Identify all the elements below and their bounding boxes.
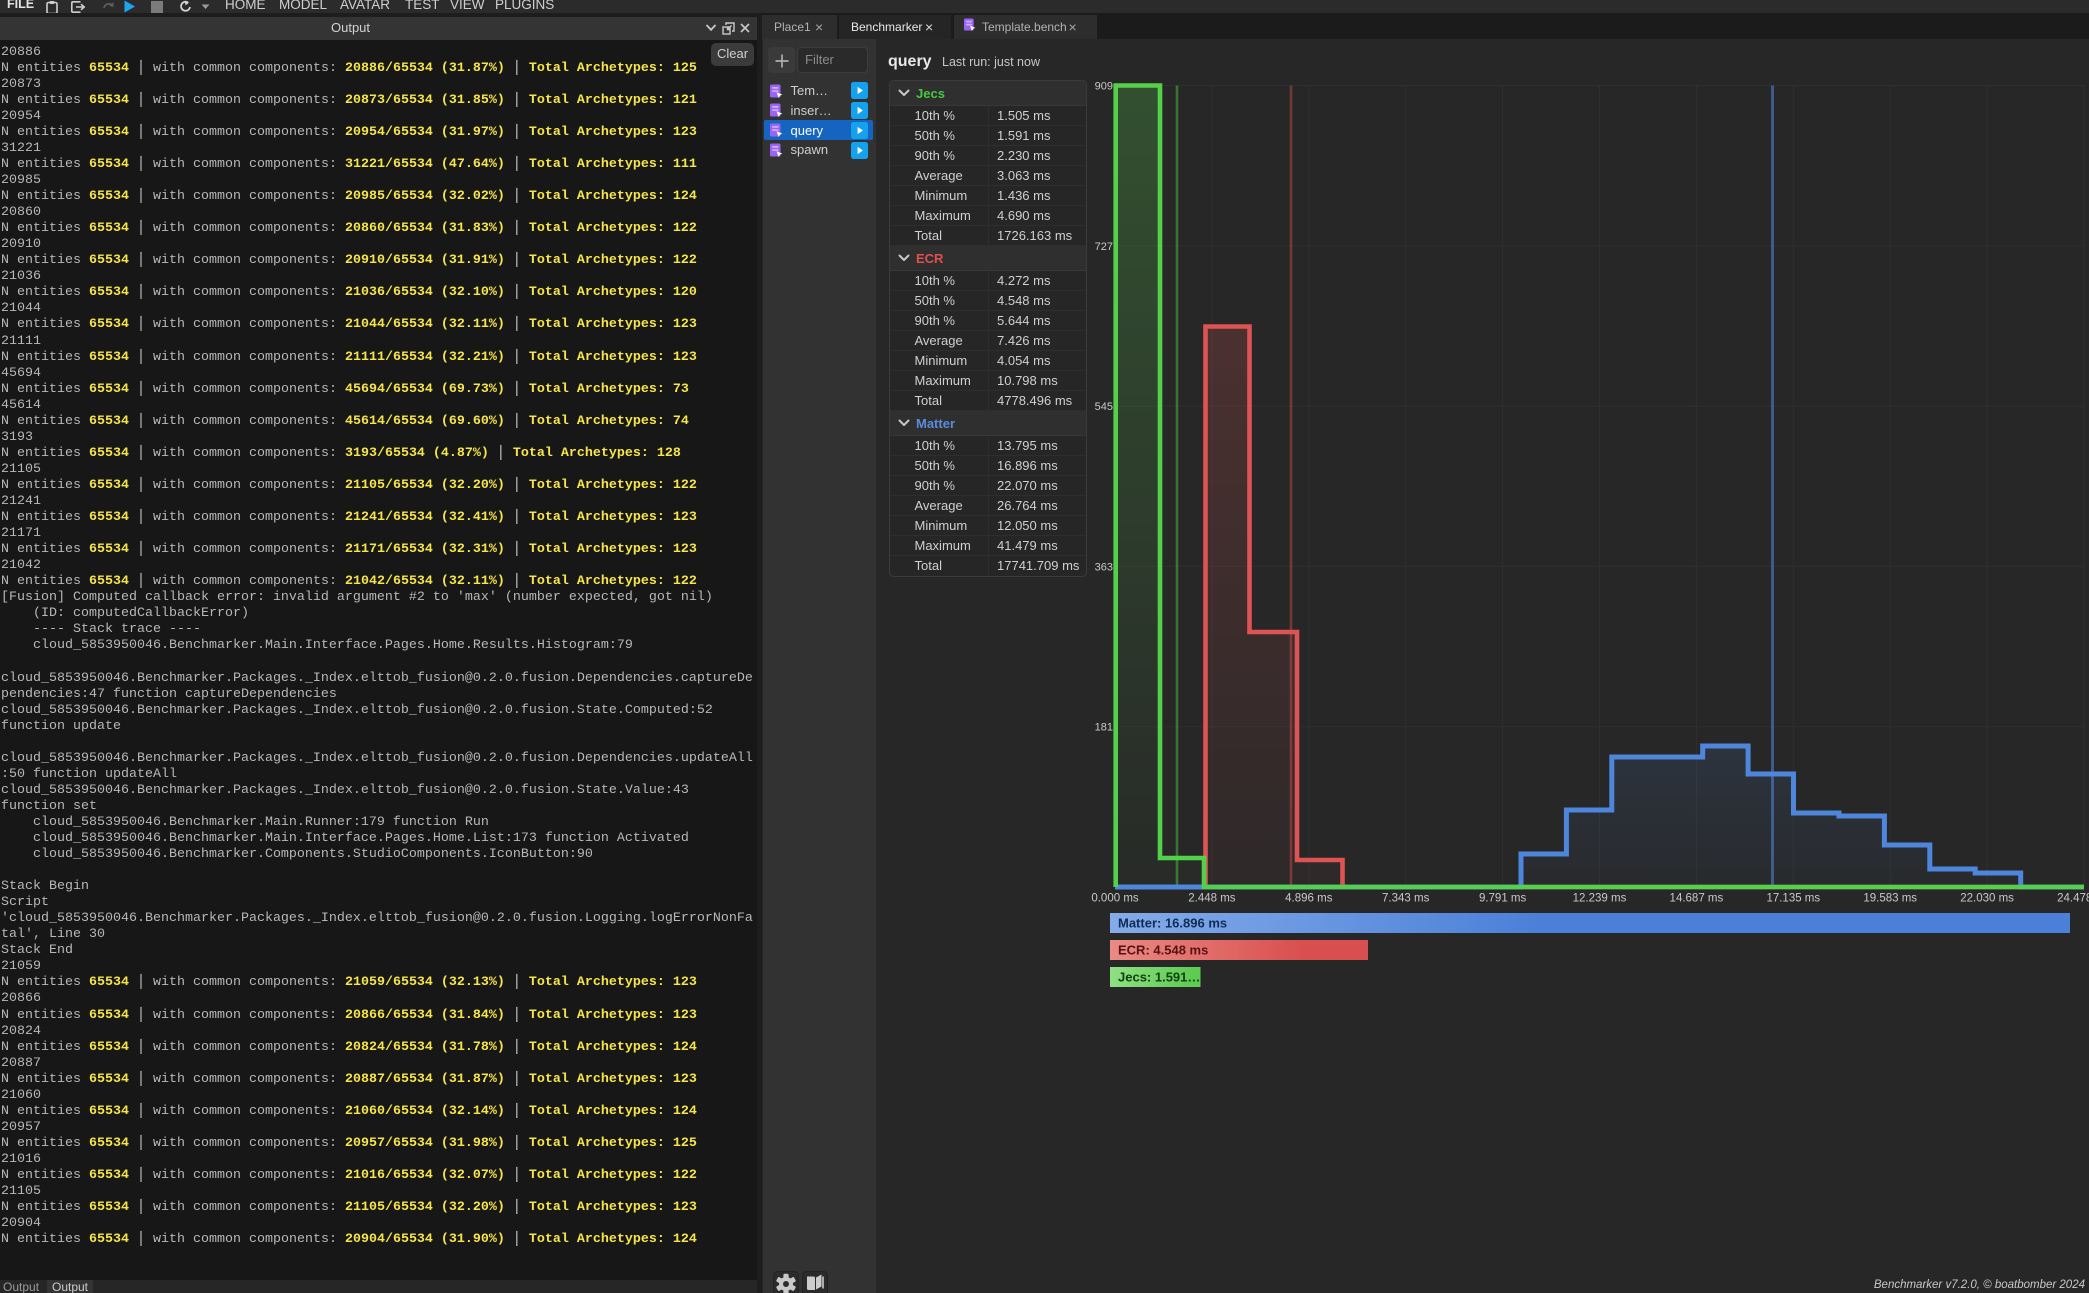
svg-text:12.239 ms: 12.239 ms <box>1573 893 1627 905</box>
svg-text:2.448 ms: 2.448 ms <box>1188 893 1236 905</box>
svg-text:14.687 ms: 14.687 ms <box>1670 893 1724 905</box>
svg-text:7.343 ms: 7.343 ms <box>1382 893 1430 905</box>
svg-text:909: 909 <box>1095 81 1113 93</box>
svg-text:363: 363 <box>1095 561 1113 573</box>
svg-text:ECR: 4.548 ms: ECR: 4.548 ms <box>1118 943 1208 958</box>
svg-text:19.583 ms: 19.583 ms <box>1863 893 1917 905</box>
svg-text:181: 181 <box>1095 722 1113 734</box>
svg-text:17.135 ms: 17.135 ms <box>1766 893 1820 905</box>
svg-text:Jecs: 1.591…: Jecs: 1.591… <box>1118 970 1200 985</box>
svg-text:24.478 ms: 24.478 ms <box>2057 893 2089 905</box>
svg-text:545: 545 <box>1095 401 1113 413</box>
svg-text:22.030 ms: 22.030 ms <box>1960 893 2014 905</box>
svg-text:0.000 ms: 0.000 ms <box>1091 893 1139 905</box>
svg-text:727: 727 <box>1095 241 1113 253</box>
svg-text:Matter: 16.896 ms: Matter: 16.896 ms <box>1118 916 1227 931</box>
svg-text:9.791 ms: 9.791 ms <box>1479 893 1527 905</box>
svg-text:4.896 ms: 4.896 ms <box>1285 893 1333 905</box>
